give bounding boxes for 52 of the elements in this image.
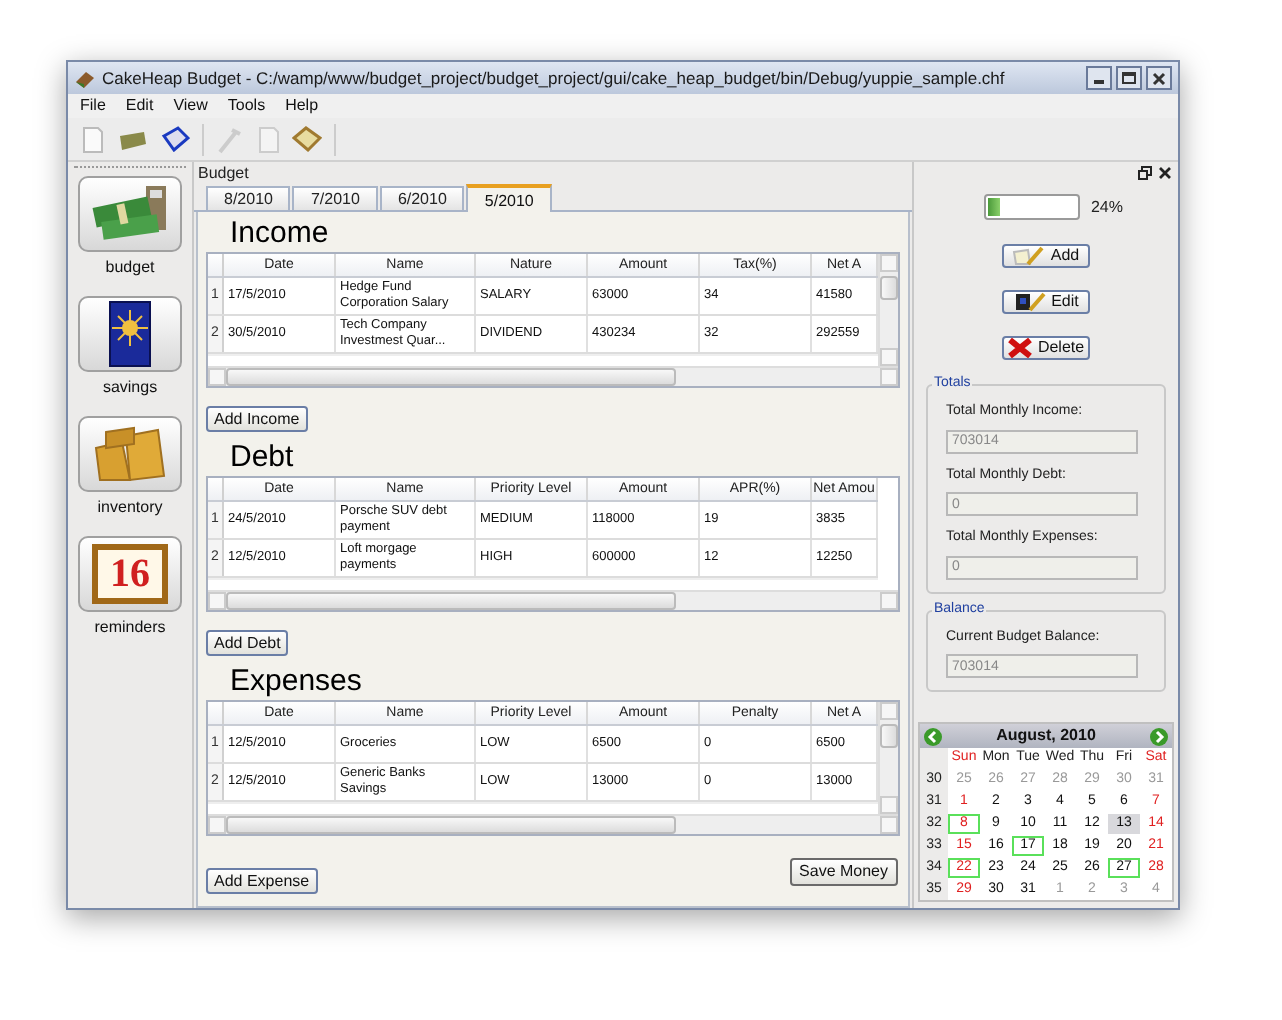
progress-reading: 24%	[1090, 195, 1123, 219]
maximize-button[interactable]	[1116, 66, 1142, 90]
menu-item[interactable]: Edit	[117, 94, 162, 118]
tab[interactable]: 7/2010	[292, 186, 378, 210]
save-money-button[interactable]: Save Money	[789, 858, 898, 886]
tab[interactable]: 8/2010	[206, 186, 291, 210]
sidebar-label: savings	[102, 376, 158, 400]
sidebar-button[interactable]	[78, 296, 182, 372]
vertical-scrollbar[interactable]	[878, 702, 898, 814]
menu-item[interactable]: File	[72, 94, 114, 118]
sidebar-button[interactable]: 16	[78, 536, 182, 612]
action-button[interactable]: Edit	[1002, 290, 1090, 314]
calendar-date: 16	[110, 554, 150, 594]
month-title: August, 2010	[996, 724, 1096, 748]
next-month-icon[interactable]	[1149, 727, 1168, 745]
close-icon[interactable]	[1158, 166, 1172, 180]
menu-item[interactable]: View	[165, 94, 216, 118]
window-title: CakeHeap Budget - C:/wamp/www/budget_project/budget_project/gui/cake_heap_budget/bin/Debug/yuppie_sample.chf	[102, 65, 1005, 91]
boxes-icon	[90, 424, 170, 484]
cross-icon	[1007, 338, 1032, 358]
tab[interactable]: 6/2010	[379, 186, 465, 210]
progress-bar	[984, 194, 1081, 220]
pencil-page-icon	[1013, 292, 1046, 312]
horizontal-scrollbar[interactable]	[208, 814, 898, 834]
menu-item[interactable]: Tools	[219, 94, 274, 118]
sidebar-label: budget	[105, 256, 155, 280]
minimize-button[interactable]	[1086, 66, 1112, 90]
money-stack-icon	[90, 182, 170, 246]
action-button[interactable]: Add	[1002, 244, 1090, 268]
horizontal-scrollbar[interactable]	[208, 590, 898, 610]
sidebar-label: inventory	[97, 496, 163, 520]
section-heading: Debt	[230, 440, 296, 476]
starburst-card-icon	[108, 300, 152, 368]
vertical-scrollbar[interactable]	[878, 254, 898, 366]
float-window-icon[interactable]	[1138, 166, 1152, 180]
add-button[interactable]: Add Income	[206, 406, 308, 432]
add-button[interactable]: Add Debt	[206, 630, 289, 656]
sidebar-label: reminders	[94, 616, 166, 640]
section-heading: Expenses	[230, 664, 364, 700]
previous-month-icon[interactable]	[924, 727, 942, 745]
add-expense-button[interactable]: Add Expense	[206, 868, 318, 894]
pencil-note-icon	[1012, 246, 1045, 266]
panel-title: Budget	[196, 162, 251, 184]
horizontal-scrollbar[interactable]	[208, 366, 898, 386]
section-heading: Income	[230, 216, 331, 252]
action-button[interactable]: Delete	[1002, 336, 1090, 360]
close-button[interactable]	[1146, 66, 1172, 90]
close-icon	[1152, 71, 1166, 85]
app-icon	[74, 67, 96, 89]
new-document-icon[interactable]	[80, 125, 106, 153]
tab[interactable]: 5/2010	[466, 184, 552, 212]
menu-item[interactable]: Help	[277, 94, 327, 118]
